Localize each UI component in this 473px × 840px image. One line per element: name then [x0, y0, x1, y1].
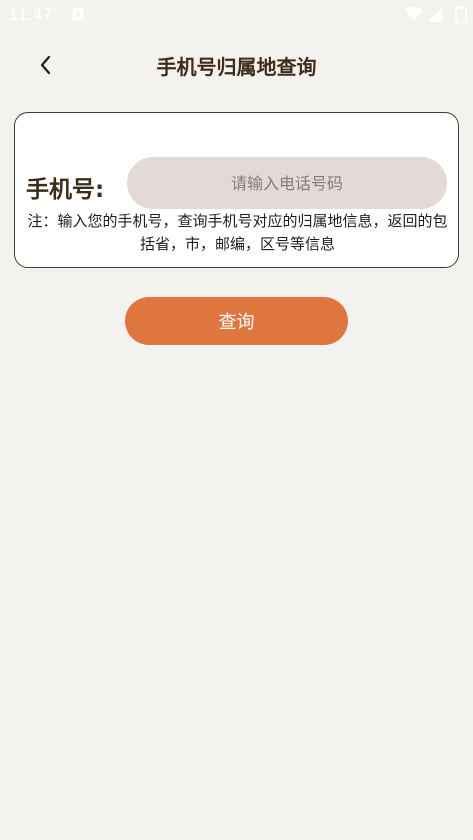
- query-card: 手机号: 注：输入您的手机号，查询手机号对应的归属地信息，返回的包括省，市，邮编…: [14, 112, 459, 268]
- header-bar: 手机号归属地查询: [0, 40, 473, 90]
- wifi-icon: [405, 7, 423, 21]
- note-text: 注：输入您的手机号，查询手机号对应的归属地信息，返回的包括省，市，邮编，区号等信…: [27, 212, 448, 253]
- phone-label: 手机号:: [26, 177, 105, 203]
- page-title: 手机号归属地查询: [156, 55, 317, 79]
- notification-icon: [72, 8, 84, 21]
- phone-input[interactable]: [127, 157, 447, 209]
- battery-icon: [455, 6, 467, 23]
- status-time: 11:47: [9, 5, 53, 24]
- query-button[interactable]: 查询: [125, 297, 348, 345]
- status-bar: 11:47: [0, 0, 473, 32]
- app-screen: 11:47 手机号归属地查询 手机号: 注：输入您的手机号，查询手机号对应的归属…: [0, 0, 473, 840]
- signal-icon: [428, 8, 442, 22]
